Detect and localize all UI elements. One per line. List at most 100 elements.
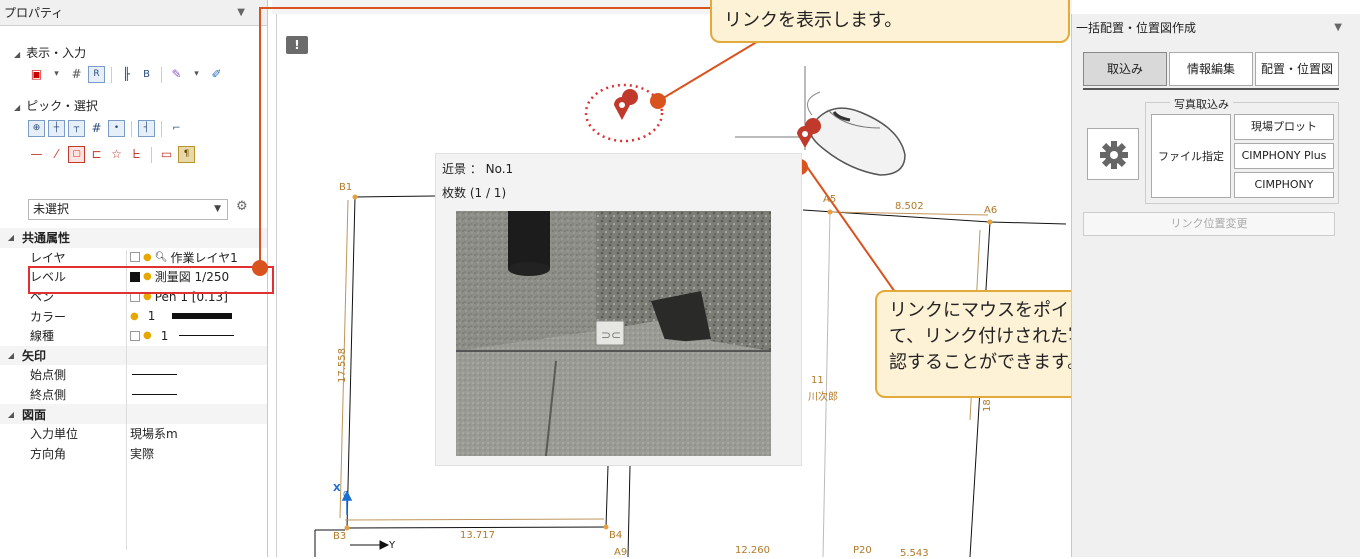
bulb-icon: ● <box>143 251 152 263</box>
pick-toolbar-1: ⊕ ┼ ┬ # • ┤ ⌐ <box>28 120 185 137</box>
axis-label: 0 <box>343 490 349 499</box>
dimension-label: 5.543 <box>900 548 929 559</box>
cimphony-button[interactable]: CIMPHONY <box>1234 172 1334 198</box>
ruler-icon[interactable]: R <box>88 66 105 83</box>
cimphony-plus-button[interactable]: CIMPHONY Plus <box>1234 143 1334 169</box>
collapse-icon[interactable]: ◢ <box>14 50 20 59</box>
link-position-change-button[interactable]: リンク位置変更 <box>1083 212 1335 236</box>
collapse-icon[interactable]: ◢ <box>0 351 22 360</box>
collapse-icon[interactable]: ◢ <box>0 410 22 419</box>
select-fence-icon[interactable]: ⊏ <box>88 146 105 163</box>
section-label: ピック・選択 <box>26 99 98 113</box>
prop-row-layer[interactable]: レイヤ ● 🔍︎ 作業レイヤ1 <box>0 248 267 268</box>
prop-row-color[interactable]: カラー ● 1 <box>0 306 267 326</box>
group-label: 写真取込み <box>1170 96 1233 112</box>
panel-title-text: 一括配置・位置図作成 <box>1076 21 1197 35</box>
info-marker-icon[interactable]: ! <box>286 36 308 54</box>
group-common[interactable]: ◢ 共通属性 <box>0 228 267 248</box>
axis-label: X <box>333 483 341 494</box>
chevron-down-icon: ▼ <box>214 204 221 214</box>
site-photo[interactable]: ⊃⊂ <box>456 211 771 456</box>
pick-toolbar-2: — ⁄ ▢ ⊏ ☆ ᖶ ▭ ¶ <box>28 146 195 163</box>
prop-name: 線種 <box>30 329 55 344</box>
select-curve-icon[interactable]: ᖶ <box>128 146 145 163</box>
prop-name: レイヤ <box>30 250 66 265</box>
dimension-label: 17.558 <box>337 348 348 383</box>
select-line-icon[interactable]: — <box>28 146 45 163</box>
axis-label: Y <box>389 540 396 551</box>
select-polygon-icon[interactable]: ☆ <box>108 146 125 163</box>
collapse-icon[interactable]: ◢ <box>14 103 20 112</box>
prop-row-angle[interactable]: 方向角 実際 <box>0 444 267 464</box>
point-label: P20 <box>853 545 872 556</box>
pick-mid-icon[interactable]: ┬ <box>68 120 85 137</box>
prop-row-unit[interactable]: 入力単位 現場系m <box>0 424 267 444</box>
site-plot-button[interactable]: 現場プロット <box>1234 114 1334 140</box>
dropdown-icon[interactable]: ▾ <box>188 66 205 83</box>
settings-button[interactable] <box>1087 128 1139 180</box>
dimension-label: 12.260 <box>735 545 770 556</box>
tab-placement-map[interactable]: 配置・位置図 <box>1255 52 1339 86</box>
highlight-box <box>28 266 274 294</box>
collapse-icon[interactable]: ◢ <box>0 233 22 242</box>
select-rect-icon[interactable]: ▢ <box>68 146 85 163</box>
snap-icon[interactable]: ╟ <box>118 66 135 83</box>
popup-count: 枚数 (1 / 1) <box>442 186 507 200</box>
bulb-icon: ● <box>130 310 139 322</box>
pick-center-icon[interactable]: • <box>108 120 125 137</box>
select-filter-icon[interactable]: ¶ <box>178 146 195 163</box>
selection-dropdown[interactable]: 未選択 ▼ <box>28 199 228 220</box>
coord-icon[interactable]: B <box>138 66 155 83</box>
tab-underline <box>1083 88 1339 90</box>
panel-title: プロパティ ▼ <box>0 0 267 26</box>
group-drawing[interactable]: ◢ 図面 <box>0 404 267 424</box>
linetype-sample <box>179 335 235 337</box>
group-label: 図面 <box>22 407 47 422</box>
pick-grid-icon[interactable]: # <box>88 120 105 137</box>
dropdown-icon[interactable]: ▾ <box>48 66 65 83</box>
pick-perp-icon[interactable]: ┤ <box>138 120 155 137</box>
prop-name: 方向角 <box>30 446 67 461</box>
selection-value: 未選択 <box>33 202 70 216</box>
prop-row-end[interactable]: 終点側 <box>0 385 267 405</box>
eyedropper-icon[interactable]: ✐ <box>208 66 225 83</box>
prop-value: 実際 <box>130 446 155 461</box>
pick-point-icon[interactable]: ⊕ <box>28 120 45 137</box>
divider <box>111 66 112 83</box>
prop-name: 入力単位 <box>30 427 79 442</box>
prop-row-start[interactable]: 始点側 <box>0 365 267 385</box>
pick-ref-icon[interactable]: ⌐ <box>168 120 185 137</box>
pencil-icon[interactable]: ✎ <box>168 66 185 83</box>
prop-name: 終点側 <box>30 388 67 403</box>
tab-import[interactable]: 取込み <box>1083 52 1167 86</box>
view-icon[interactable]: ▣ <box>28 66 45 83</box>
file-select-button[interactable]: ファイル指定 <box>1151 114 1231 198</box>
section-pick-select[interactable]: ◢ ピック・選択 <box>14 97 98 114</box>
point-label: A9 <box>614 547 628 558</box>
photo-popup[interactable]: 近景 ： No.1 枚数 (1 / 1) ⊃⊂ <box>435 153 802 466</box>
column-divider[interactable] <box>126 250 127 550</box>
checkbox[interactable] <box>130 330 140 341</box>
divider <box>161 66 162 83</box>
lot-number: 11 <box>811 375 824 386</box>
gear-icon <box>1100 141 1128 169</box>
dropdown-icon[interactable]: ▼ <box>237 0 245 26</box>
search-icon: 🔍︎ <box>154 251 168 263</box>
group-arrow[interactable]: ◢ 矢印 <box>0 345 267 366</box>
grid-icon[interactable]: # <box>68 66 85 83</box>
checkbox[interactable] <box>130 252 140 263</box>
tab-info-edit[interactable]: 情報編集 <box>1169 52 1253 86</box>
callout-text: リンクを表示します。 <box>724 10 903 31</box>
divider <box>161 120 162 137</box>
pick-end-icon[interactable]: ┼ <box>48 120 65 137</box>
prop-value: 1 <box>160 328 169 343</box>
select-diagonal-icon[interactable]: ⁄ <box>48 146 65 163</box>
bulb-icon: ● <box>143 330 152 342</box>
prop-row-linetype[interactable]: 線種 ● 1 <box>0 326 267 346</box>
select-all-icon[interactable]: ▭ <box>158 146 175 163</box>
section-display-input[interactable]: ◢ 表示・入力 <box>14 44 86 61</box>
dropdown-icon[interactable]: ▼ <box>1334 14 1342 42</box>
batch-placement-panel: 一括配置・位置図作成 ▼ 取込み 情報編集 配置・位置図 写真取込み ファイル指… <box>1071 14 1360 557</box>
filter-settings-icon[interactable]: ⚙ <box>236 199 248 214</box>
dimension-label: 18 <box>982 399 993 412</box>
